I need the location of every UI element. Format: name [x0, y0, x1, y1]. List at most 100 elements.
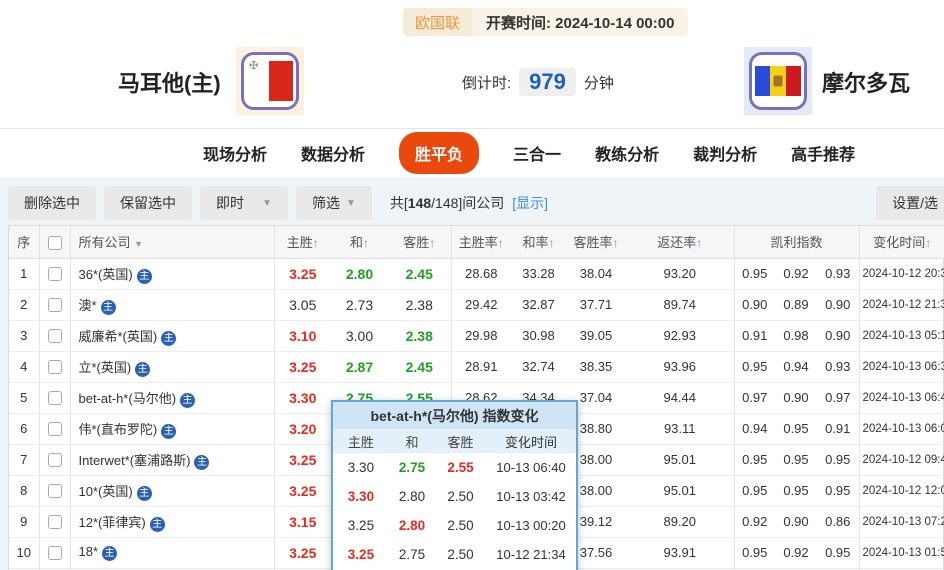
change-time: 2024-10-12 09:44 — [859, 444, 944, 475]
row-checkbox[interactable] — [48, 391, 62, 405]
draw-odds[interactable]: 2.73 — [331, 289, 388, 320]
keep-selected-button[interactable]: 保留选中 — [104, 186, 192, 220]
kelly-home: 0.90 — [734, 289, 775, 320]
home-badge-icon: 主 — [161, 331, 176, 346]
change-time: 2024-10-13 06:03 — [859, 413, 944, 444]
select-all-cell[interactable] — [39, 226, 70, 258]
kelly-home: 0.97 — [734, 382, 775, 413]
countdown-unit: 分钟 — [584, 72, 614, 93]
return-rate: 92.93 — [626, 320, 734, 351]
tab-referee-analysis[interactable]: 裁判分析 — [693, 141, 757, 165]
change-time: 2024-10-13 01:57 — [859, 537, 944, 568]
col-home-rate[interactable]: 主胜率↑ — [451, 226, 511, 258]
show-link[interactable]: [显示] — [512, 195, 548, 211]
delete-selected-button[interactable]: 删除选中 — [8, 186, 96, 220]
change-time: 2024-10-12 21:39 — [859, 289, 944, 320]
kelly-draw: 0.90 — [775, 506, 817, 537]
tab-win-draw-lose[interactable]: 胜平负 — [399, 132, 479, 174]
kelly-away: 0.90 — [817, 289, 859, 320]
home-odds[interactable]: 3.05 — [274, 289, 331, 320]
popup-draw-odds: 2.75 — [389, 547, 435, 562]
select-all-checkbox[interactable] — [48, 236, 62, 250]
home-odds[interactable]: 3.30 — [274, 382, 331, 413]
away-rate: 38.35 — [566, 351, 626, 382]
row-select-cell[interactable] — [39, 475, 70, 506]
col-company-label: 所有公司 — [79, 235, 131, 250]
row-checkbox[interactable] — [48, 453, 62, 467]
row-checkbox[interactable] — [48, 360, 62, 374]
popup-header-row: 主胜 和 客胜 变化时间 — [333, 429, 576, 453]
col-home-odds[interactable]: 主胜↑ — [274, 226, 331, 258]
row-checkbox[interactable] — [48, 267, 62, 281]
row-select-cell[interactable] — [39, 320, 70, 351]
return-rate: 93.11 — [626, 413, 734, 444]
company-name: 36*(英国) — [79, 267, 133, 282]
draw-odds[interactable]: 2.87 — [331, 351, 388, 382]
popup-draw-odds: 2.80 — [389, 518, 435, 533]
home-odds[interactable]: 3.25 — [274, 258, 331, 289]
tab-live-analysis[interactable]: 现场分析 — [203, 141, 267, 165]
home-odds[interactable]: 3.25 — [274, 444, 331, 475]
row-checkbox[interactable] — [48, 484, 62, 498]
kelly-draw: 0.90 — [775, 382, 817, 413]
col-change-time[interactable]: 变化时间↑ — [859, 226, 944, 258]
popup-draw-odds: 2.80 — [389, 489, 435, 504]
kelly-home: 0.95 — [734, 537, 775, 568]
settings-button[interactable]: 设置/选 — [876, 186, 944, 220]
row-checkbox[interactable] — [48, 329, 62, 343]
home-odds[interactable]: 3.15 — [274, 506, 331, 537]
home-badge-icon: 主 — [161, 424, 176, 439]
col-away-rate[interactable]: 客胜率↑ — [566, 226, 626, 258]
home-odds[interactable]: 3.10 — [274, 320, 331, 351]
row-select-cell[interactable] — [39, 382, 70, 413]
company-cell: 12*(菲律宾)主 — [70, 506, 274, 537]
home-odds[interactable]: 3.25 — [274, 475, 331, 506]
row-select-cell[interactable] — [39, 258, 70, 289]
return-rate: 95.01 — [626, 444, 734, 475]
away-odds[interactable]: 2.45 — [388, 351, 451, 382]
row-checkbox[interactable] — [48, 546, 62, 560]
filter-dropdown[interactable]: 筛选 ▼ — [296, 186, 372, 220]
row-checkbox[interactable] — [48, 298, 62, 312]
tab-coach-analysis[interactable]: 教练分析 — [595, 141, 659, 165]
away-odds[interactable]: 2.38 — [388, 320, 451, 351]
row-seq: 7 — [9, 444, 39, 475]
row-select-cell[interactable] — [39, 289, 70, 320]
popup-change-time: 10-13 03:42 — [486, 489, 576, 504]
col-return-rate[interactable]: 返还率↑ — [626, 226, 734, 258]
row-checkbox[interactable] — [48, 422, 62, 436]
row-checkbox[interactable] — [48, 515, 62, 529]
away-odds[interactable]: 2.45 — [388, 258, 451, 289]
home-odds[interactable]: 3.20 — [274, 413, 331, 444]
kelly-away: 0.95 — [817, 475, 859, 506]
home-odds[interactable]: 3.25 — [274, 537, 331, 568]
tab-expert-picks[interactable]: 高手推荐 — [791, 141, 855, 165]
row-select-cell[interactable] — [39, 506, 70, 537]
col-away-odds[interactable]: 客胜↑ — [388, 226, 451, 258]
row-select-cell[interactable] — [39, 537, 70, 568]
row-select-cell[interactable] — [39, 351, 70, 382]
home-odds[interactable]: 3.25 — [274, 351, 331, 382]
away-odds[interactable]: 2.38 — [388, 289, 451, 320]
countdown: 倒计时: 979 分钟 — [462, 68, 614, 96]
tab-data-analysis[interactable]: 数据分析 — [301, 141, 365, 165]
col-company[interactable]: 所有公司 ▼ — [70, 226, 274, 258]
home-rate: 28.68 — [451, 258, 511, 289]
col-draw-odds[interactable]: 和↑ — [331, 226, 388, 258]
row-select-cell[interactable] — [39, 444, 70, 475]
kelly-draw: 0.95 — [775, 475, 817, 506]
col-draw-rate[interactable]: 和率↑ — [511, 226, 566, 258]
row-select-cell[interactable] — [39, 413, 70, 444]
malta-flag-icon: ✠ — [241, 52, 299, 110]
draw-odds[interactable]: 2.80 — [331, 258, 388, 289]
odds-mode-dropdown[interactable]: 即时 ▼ — [200, 186, 288, 220]
draw-odds[interactable]: 3.00 — [331, 320, 388, 351]
change-time: 2024-10-13 06:41 — [859, 382, 944, 413]
home-badge-icon: 主 — [194, 455, 209, 470]
popup-row: 3.25 2.75 2.50 10-12 21:34 — [333, 540, 576, 569]
tab-three-in-one[interactable]: 三合一 — [513, 141, 561, 165]
sort-asc-icon: ↑ — [498, 236, 504, 250]
filter-label: 筛选 — [312, 193, 340, 213]
kelly-draw: 0.92 — [775, 258, 817, 289]
kelly-draw: 0.95 — [775, 413, 817, 444]
